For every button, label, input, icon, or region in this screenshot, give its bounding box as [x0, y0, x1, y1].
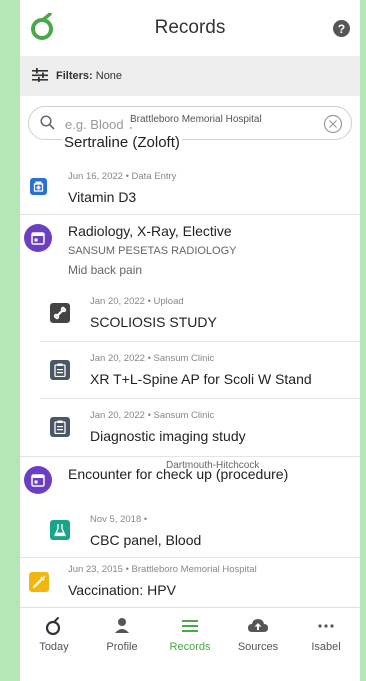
record-meta: Jan 20, 2022 • Sansum Clinic: [90, 410, 215, 421]
today-icon: [20, 616, 88, 636]
record-name: Diagnostic imaging study: [90, 428, 246, 444]
nav-profile-label: Profile: [106, 641, 138, 653]
medication-icon: [30, 178, 47, 195]
clear-icon[interactable]: [323, 114, 343, 139]
bottom-nav: Today Profile Records Sources Isabel: [20, 607, 360, 658]
clipboard-icon: [50, 417, 70, 437]
nav-today[interactable]: Today: [20, 608, 88, 658]
search-suggestion-tooltip: Brattleboro Memorial Hospital: [126, 112, 266, 127]
nav-isabel[interactable]: Isabel: [292, 608, 360, 658]
record-provider: SANSUM PESETAS RADIOLOGY: [68, 245, 237, 257]
nav-today-label: Today: [39, 641, 69, 653]
record-name: Vitamin D3: [68, 189, 137, 205]
divider: [40, 398, 360, 399]
record-meta: Jan 20, 2022 • Sansum Clinic: [90, 353, 215, 364]
divider: [40, 341, 360, 342]
record-meta: Nov 5, 2018 •: [90, 514, 148, 525]
record-meta: Jan 20, 2022 • Upload: [90, 296, 184, 307]
record-name: XR T+L-Spine AP for Scoli W Stand: [90, 371, 312, 387]
record-meta: Jun 16, 2022 • Data Entry: [68, 171, 177, 182]
record-meta: Jun 23, 2015 • Brattleboro Memorial Hosp…: [68, 564, 257, 575]
record-name: SCOLIOSIS STUDY: [90, 314, 217, 330]
sliders-icon: [32, 67, 48, 85]
page-title: Records: [154, 17, 226, 38]
filters-value: None: [95, 70, 123, 82]
header: Records ?: [20, 0, 360, 56]
phone-screen: Records ? Filters: None e.g. Blood T Bra…: [20, 0, 360, 681]
calendar-icon: [24, 224, 52, 252]
help-icon[interactable]: ?: [333, 20, 350, 37]
search-suggestion-name[interactable]: Sertraline (Zoloft): [62, 134, 182, 151]
syringe-icon: [29, 572, 49, 592]
nav-sources[interactable]: Sources: [224, 608, 292, 658]
record-row[interactable]: Jan 20, 2022 • Sansum Clinic XR T+L-Spin…: [20, 347, 360, 397]
record-row[interactable]: Jun 16, 2022 • Data Entry Vitamin D3: [20, 160, 360, 206]
nav-isabel-label: Isabel: [311, 641, 341, 653]
record-row[interactable]: Jun 23, 2015 • Brattleboro Memorial Hosp…: [20, 557, 360, 607]
record-reason: Mid back pain: [68, 263, 143, 277]
record-row[interactable]: Jan 20, 2022 • Upload SCOLIOSIS STUDY: [20, 290, 360, 340]
filters-bar[interactable]: Filters: None: [20, 56, 360, 96]
bone-icon: [50, 303, 70, 323]
person-icon: [88, 616, 156, 636]
filters-label: Filters:: [56, 70, 93, 82]
nav-profile[interactable]: Profile: [88, 608, 156, 658]
calendar-icon: [24, 466, 52, 494]
nav-sources-label: Sources: [237, 641, 279, 653]
record-meta: Dartmouth-Hitchcock: [166, 460, 260, 471]
records-icon: [156, 616, 224, 636]
record-name: Vaccination: HPV: [68, 582, 176, 598]
clipboard-icon: [50, 360, 70, 380]
flask-icon: [50, 520, 70, 540]
app-logo-icon[interactable]: [30, 12, 56, 46]
more-icon: [292, 616, 360, 636]
record-name: CBC panel, Blood: [90, 532, 202, 548]
record-row[interactable]: Jan 20, 2022 • Sansum Clinic Diagnostic …: [20, 404, 360, 454]
search-icon: [40, 115, 55, 135]
record-row[interactable]: Nov 5, 2018 • CBC panel, Blood: [20, 505, 360, 555]
record-row[interactable]: Radiology, X-Ray, Elective SANSUM PESETA…: [20, 214, 360, 282]
nav-records[interactable]: Records: [156, 608, 224, 658]
nav-records-label: Records: [169, 641, 211, 653]
search-placeholder: e.g. Blood T: [65, 117, 135, 132]
cloud-upload-icon: [224, 616, 292, 636]
record-name: Radiology, X-Ray, Elective: [68, 223, 232, 239]
